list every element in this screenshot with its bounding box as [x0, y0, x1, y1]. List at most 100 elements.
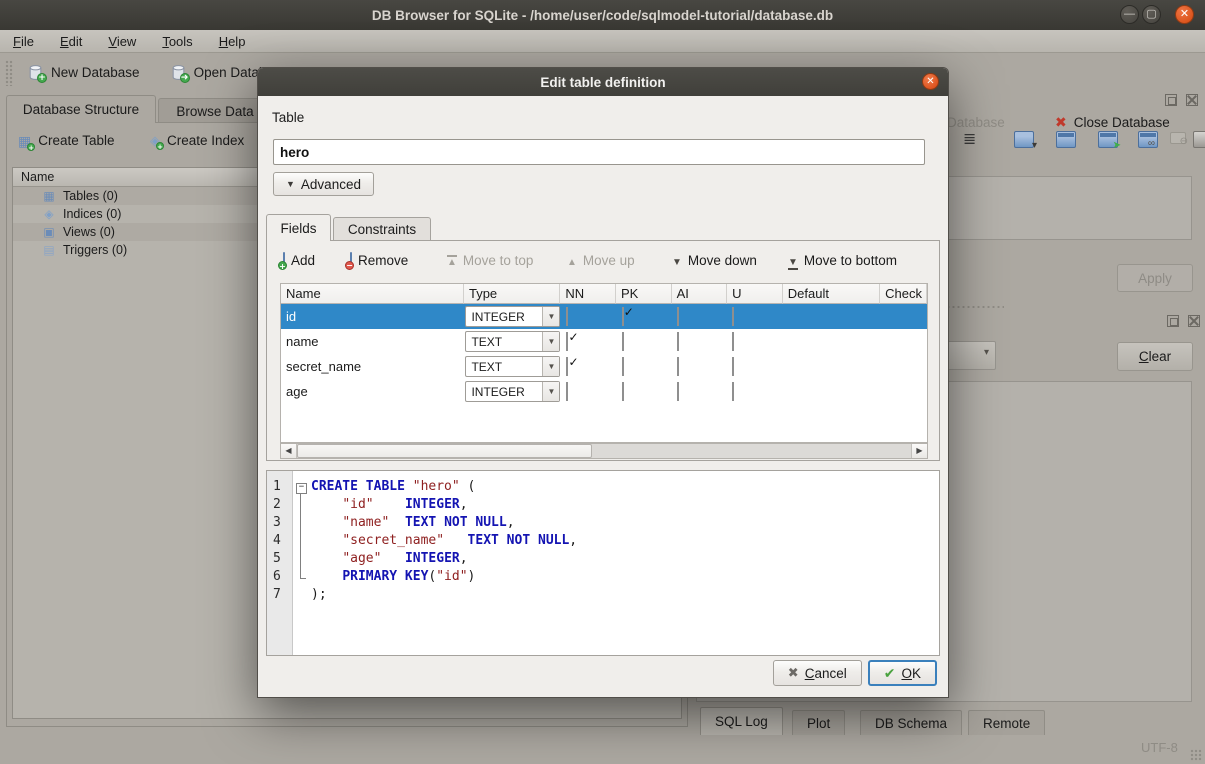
link-cell-icon[interactable]: ∞ — [1138, 131, 1158, 148]
cancel-button[interactable]: ✖ Cancel — [773, 660, 862, 686]
tab-browse-data[interactable]: Browse Data — [158, 98, 272, 123]
create-index-icon: ◈+ — [150, 134, 160, 147]
nn-checkbox[interactable] — [566, 382, 568, 401]
fold-marker[interactable] — [293, 479, 311, 497]
scrollbar-thumb[interactable] — [297, 444, 592, 458]
maximize-button[interactable]: ▢ — [1142, 5, 1161, 24]
tab-database-structure[interactable]: Database Structure — [6, 95, 156, 123]
dialog-close-icon[interactable]: ✕ — [922, 73, 939, 90]
move-to-top-button[interactable]: ▲Move to top — [447, 249, 533, 271]
minimize-button[interactable]: — — [1120, 5, 1139, 24]
pk-checkbox[interactable] — [622, 307, 624, 326]
column-header-nn[interactable]: NN — [560, 284, 616, 304]
create-index-button[interactable]: ◈+ Create Index — [150, 133, 244, 148]
column-header-ai[interactable]: AI — [672, 284, 728, 304]
type-dropdown[interactable]: INTEGER▼ — [465, 306, 560, 327]
menu-help[interactable]: Help — [206, 30, 259, 53]
dock2-float-icon[interactable] — [1167, 315, 1179, 327]
advanced-button[interactable]: ▼ Advanced — [273, 172, 374, 196]
sql-line: 2 "id" INTEGER, — [267, 497, 939, 515]
field-name-cell[interactable]: id — [281, 309, 463, 324]
ai-checkbox[interactable] — [677, 307, 679, 326]
chevron-down-icon: ▼ — [542, 357, 559, 376]
close-database-icon: ✖ — [1055, 114, 1067, 131]
type-dropdown[interactable]: TEXT▼ — [465, 331, 560, 352]
table-name-input[interactable] — [273, 139, 925, 165]
field-row-id[interactable]: idINTEGER▼ — [281, 304, 927, 329]
column-header-pk[interactable]: PK — [616, 284, 672, 304]
scroll-left-icon[interactable]: ◀ — [281, 444, 297, 458]
tab-constraints[interactable]: Constraints — [333, 217, 431, 241]
import-text-icon[interactable]: ▾ — [1014, 131, 1034, 148]
tab-db-schema[interactable]: DB Schema — [860, 710, 962, 735]
remove-button[interactable]: −Remove — [350, 249, 408, 271]
u-checkbox[interactable] — [732, 307, 734, 326]
ai-checkbox[interactable] — [677, 382, 679, 401]
create-table-button[interactable]: ▦+ Create Table — [18, 133, 115, 148]
new-database-button[interactable]: + New Database — [27, 64, 140, 81]
type-dropdown[interactable]: TEXT▼ — [465, 356, 560, 377]
column-header-name[interactable]: Name — [281, 284, 464, 304]
u-checkbox[interactable] — [732, 357, 734, 376]
pk-checkbox[interactable] — [622, 382, 624, 401]
sql-preview-editor[interactable]: 1CREATE TABLE "hero" (2 "id" INTEGER,3 "… — [266, 470, 940, 656]
column-header-default[interactable]: Default — [783, 284, 880, 304]
close-database-button[interactable]: ✖ Close Database — [1055, 114, 1170, 131]
set-null-icon[interactable]: ⊖ — [1170, 132, 1186, 144]
resize-grip[interactable] — [1190, 749, 1202, 761]
tab-fields[interactable]: Fields — [266, 214, 331, 241]
nn-checkbox[interactable] — [566, 307, 568, 326]
field-row-age[interactable]: ageINTEGER▼ — [281, 379, 927, 404]
dialog-titlebar: Edit table definition ✕ — [258, 68, 948, 96]
move-up-button[interactable]: ▲Move up — [567, 249, 635, 271]
field-row-name[interactable]: nameTEXT▼ — [281, 329, 927, 354]
column-header-check[interactable]: Check — [880, 284, 927, 304]
menu-view[interactable]: View — [95, 30, 149, 53]
dock-separator-handle[interactable] — [946, 305, 1004, 309]
u-checkbox[interactable] — [732, 332, 734, 351]
type-dropdown[interactable]: INTEGER▼ — [465, 381, 560, 402]
pk-checkbox[interactable] — [622, 332, 624, 351]
apply-button[interactable]: Apply — [1117, 264, 1193, 292]
dock2-close-icon[interactable] — [1188, 315, 1200, 327]
save-cell-icon[interactable] — [1056, 131, 1076, 148]
dock-close-icon[interactable] — [1186, 94, 1198, 106]
field-name-cell[interactable]: secret_name — [281, 359, 463, 374]
chevron-down-icon: ▼ — [542, 332, 559, 351]
menu-tools[interactable]: Tools — [149, 30, 205, 53]
toolbar-drag-handle[interactable] — [5, 60, 13, 86]
nn-checkbox[interactable] — [566, 357, 568, 376]
menu-file[interactable]: File — [0, 30, 47, 53]
export-cell-icon[interactable]: ➤ — [1098, 131, 1118, 148]
print-cell-icon[interactable] — [1193, 131, 1205, 148]
nn-checkbox[interactable] — [566, 332, 568, 351]
tab-sql-log[interactable]: SQL Log — [700, 707, 783, 735]
cell-editor-textarea[interactable] — [946, 176, 1192, 240]
fields-horizontal-scrollbar[interactable]: ◀ ▶ — [280, 443, 928, 459]
field-name-cell[interactable]: age — [281, 384, 463, 399]
ai-checkbox[interactable] — [677, 332, 679, 351]
move-down-button[interactable]: ▼Move down — [672, 249, 757, 271]
field-name-cell[interactable]: name — [281, 334, 463, 349]
column-header-type[interactable]: Type — [464, 284, 560, 304]
sql-line: 5 "age" INTEGER, — [267, 551, 939, 569]
field-row-secret-name[interactable]: secret_nameTEXT▼ — [281, 354, 927, 379]
move-top-icon: ▲ — [447, 253, 457, 268]
log-filter-dropdown[interactable] — [946, 341, 996, 370]
ai-checkbox[interactable] — [677, 357, 679, 376]
ok-button[interactable]: ✔ OK — [868, 660, 937, 686]
tab-remote[interactable]: Remote — [968, 710, 1045, 735]
table-icon: ▦ — [41, 190, 57, 202]
tab-plot[interactable]: Plot — [792, 710, 845, 735]
move-to-bottom-button[interactable]: ▼Move to bottom — [788, 249, 897, 271]
pk-checkbox[interactable] — [622, 357, 624, 376]
cell-mode-icon[interactable]: ≣ — [963, 131, 976, 148]
add-button[interactable]: +Add — [283, 249, 315, 271]
menu-edit[interactable]: Edit — [47, 30, 95, 53]
close-window-button[interactable]: ✕ — [1175, 5, 1194, 24]
u-checkbox[interactable] — [732, 382, 734, 401]
dock-float-icon[interactable] — [1165, 94, 1177, 106]
column-header-u[interactable]: U — [727, 284, 783, 304]
scroll-right-icon[interactable]: ▶ — [911, 444, 927, 458]
clear-log-button[interactable]: Clear — [1117, 342, 1193, 371]
